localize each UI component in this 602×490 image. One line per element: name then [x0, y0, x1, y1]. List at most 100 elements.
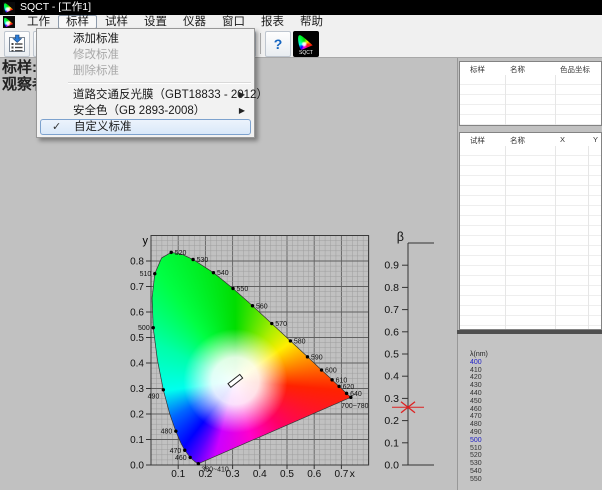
- wavelength-value: 460: [470, 406, 488, 414]
- svg-text:y: y: [143, 235, 149, 247]
- menu-item-settings[interactable]: 设置: [136, 15, 175, 29]
- col-chromaticity: 色品坐标: [560, 64, 590, 75]
- col-standard: 标样: [470, 64, 485, 75]
- svg-text:0.2: 0.2: [384, 415, 399, 427]
- wavelength-value: 490: [470, 429, 488, 437]
- standard-menu-popup: 添加标准 修改标准 删除标准 道路交通反光膜（GBT18833 - 2012） …: [36, 28, 255, 138]
- svg-text:0.5: 0.5: [280, 469, 294, 480]
- wavelength-value: 530: [470, 460, 488, 468]
- chromaticity-gamut: [151, 236, 369, 466]
- svg-text:0.3: 0.3: [226, 469, 240, 480]
- checkmark-icon: ✓: [52, 120, 61, 134]
- menu-item-work[interactable]: 工作: [19, 15, 58, 29]
- standards-table[interactable]: 标样 名称 色品坐标: [459, 61, 602, 126]
- menu-item-help[interactable]: 帮助: [292, 15, 331, 29]
- svg-text:600: 600: [325, 368, 337, 375]
- col-sample: 试样: [470, 135, 485, 146]
- svg-text:0.7: 0.7: [130, 282, 144, 293]
- svg-text:620: 620: [343, 384, 355, 391]
- chromaticity-logo-icon: [298, 34, 314, 50]
- svg-text:540: 540: [217, 270, 229, 277]
- svg-text:0.4: 0.4: [384, 371, 399, 383]
- wavelength-value: 470: [470, 413, 488, 421]
- svg-text:0.2: 0.2: [130, 410, 144, 421]
- wavelength-value: 450: [470, 398, 488, 406]
- question-mark-icon: ?: [274, 36, 283, 52]
- app-logo-icon: [3, 2, 15, 14]
- menu-item-delete-standard: 删除标准: [38, 63, 253, 79]
- svg-text:x: x: [350, 468, 356, 480]
- svg-text:380~410: 380~410: [201, 467, 229, 474]
- sqct-logo-label: SQCT: [294, 50, 318, 56]
- svg-text:560: 560: [256, 303, 268, 310]
- svg-text:0.5: 0.5: [384, 349, 399, 361]
- wavelength-value: 410: [470, 367, 488, 375]
- svg-text:0.1: 0.1: [130, 435, 144, 446]
- menu-item-standard[interactable]: 标样: [58, 15, 97, 29]
- svg-text:0.2: 0.2: [198, 469, 212, 480]
- menu-item-sample[interactable]: 试样: [97, 15, 136, 29]
- col-name: 名称: [510, 135, 525, 146]
- wavelength-value: 480: [470, 421, 488, 429]
- standards-table-body: [460, 75, 601, 125]
- menu-item-label: 自定义标准: [74, 121, 132, 133]
- document-system-menu-icon[interactable]: [3, 16, 15, 28]
- svg-text:640: 640: [350, 391, 362, 398]
- wavelength-value: 430: [470, 382, 488, 390]
- col-name: 名称: [510, 64, 525, 75]
- svg-text:510: 510: [140, 271, 152, 278]
- svg-text:0.6: 0.6: [130, 308, 144, 319]
- menu-item-report[interactable]: 报表: [253, 15, 292, 29]
- menu-separator: [68, 82, 251, 84]
- svg-text:0.7: 0.7: [334, 469, 348, 480]
- svg-text:0.6: 0.6: [384, 326, 399, 338]
- svg-text:0.4: 0.4: [253, 469, 267, 480]
- svg-text:490: 490: [148, 393, 160, 400]
- svg-text:0.4: 0.4: [130, 359, 144, 370]
- svg-text:610: 610: [336, 377, 348, 384]
- wavelength-panel: λ(nm) 400 410 420 430 440 450 460 470 48…: [458, 334, 602, 490]
- wavelength-value: 500: [470, 437, 488, 445]
- menu-item-window[interactable]: 窗口: [214, 15, 253, 29]
- menu-item-safety-color[interactable]: 安全色（GB 2893-2008） ▶: [38, 103, 253, 119]
- wavelength-value: 420: [470, 374, 488, 382]
- menu-item-instrument[interactable]: 仪器: [175, 15, 214, 29]
- svg-text:0.3: 0.3: [130, 384, 144, 395]
- sqct-logo-button[interactable]: SQCT: [293, 31, 319, 57]
- menu-item-custom-standard[interactable]: ✓ 自定义标准: [40, 119, 251, 135]
- svg-text:550: 550: [237, 286, 249, 293]
- menu-item-traffic-film[interactable]: 道路交通反光膜（GBT18833 - 2012） ▶: [38, 87, 253, 103]
- svg-text:0.5: 0.5: [130, 333, 144, 344]
- svg-text:0.8: 0.8: [130, 257, 144, 268]
- wavelength-value: 510: [470, 445, 488, 453]
- svg-text:0.8: 0.8: [384, 282, 399, 294]
- svg-text:0.7: 0.7: [384, 304, 399, 316]
- samples-table-body: [460, 146, 601, 329]
- svg-text:460: 460: [175, 455, 187, 462]
- svg-text:0.6: 0.6: [307, 469, 321, 480]
- svg-text:0.0: 0.0: [384, 460, 399, 472]
- svg-text:530: 530: [197, 257, 209, 264]
- svg-text:0.1: 0.1: [384, 437, 399, 449]
- svg-text:590: 590: [311, 354, 323, 361]
- svg-text:580: 580: [294, 338, 306, 345]
- svg-text:500: 500: [138, 325, 150, 332]
- wavelength-value: 550: [470, 476, 488, 484]
- svg-text:480: 480: [161, 429, 173, 436]
- wavelength-list[interactable]: λ(nm) 400 410 420 430 440 450 460 470 48…: [470, 351, 488, 484]
- samples-table[interactable]: 试样 名称 X Y: [459, 132, 602, 330]
- svg-text:570: 570: [275, 321, 287, 328]
- title-bar: SQCT - [工作1]: [0, 0, 602, 15]
- standards-table-header: 标样 名称 色品坐标: [460, 62, 601, 76]
- import-standard-button[interactable]: [4, 31, 30, 57]
- menu-item-add-standard[interactable]: 添加标准: [38, 31, 253, 47]
- menu-item-label: 安全色（GB 2893-2008）: [73, 105, 205, 117]
- svg-text:0.9: 0.9: [384, 260, 399, 272]
- wavelength-value: 540: [470, 468, 488, 476]
- wavelength-value: 440: [470, 390, 488, 398]
- toolbar-separator: [260, 33, 261, 54]
- svg-text:0.3: 0.3: [384, 393, 399, 405]
- wavelength-value: 520: [470, 452, 488, 460]
- help-button[interactable]: ?: [265, 31, 291, 57]
- svg-text:0.1: 0.1: [171, 469, 185, 480]
